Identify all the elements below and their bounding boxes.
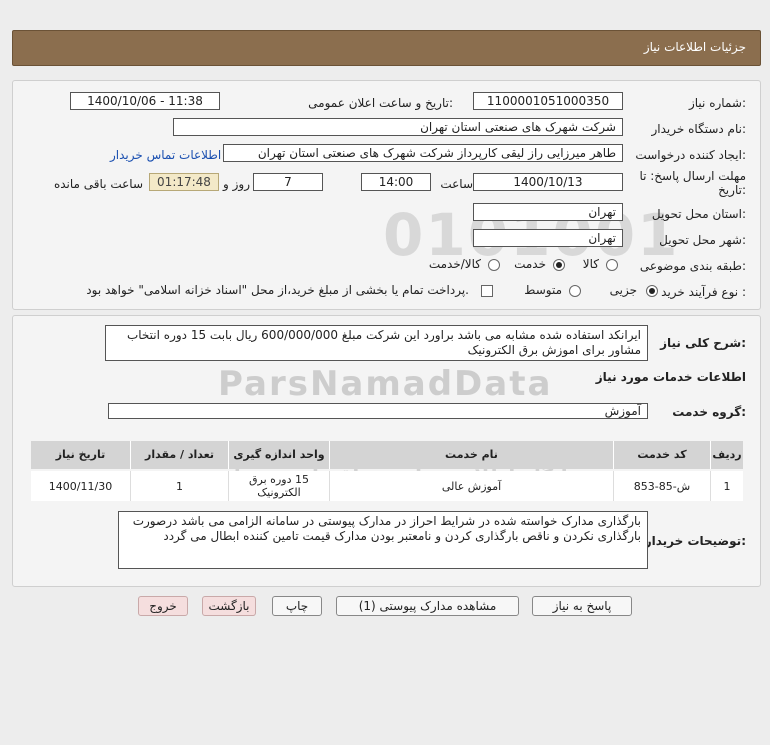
buyer-org-label: نام دستگاه خریدار: (651, 122, 747, 136)
category-option-goods: کالا (582, 257, 599, 271)
deadline-time-field: 14:00 (361, 173, 431, 191)
treasury-payment-text: پرداخت تمام یا بخشی از مبلغ خرید،از محل … (86, 283, 469, 297)
category-radio-goods[interactable] (606, 259, 618, 271)
category-option-service: خدمت (514, 257, 546, 271)
treasury-payment-checkbox[interactable] (481, 285, 493, 297)
announce-label: تاریخ و ساعت اعلان عمومی: (308, 96, 453, 110)
days-label: روز و (223, 177, 250, 191)
table-header-unit: واحد اندازه گیری (229, 441, 330, 469)
table-cell-service-code: ش-85-853 (614, 471, 711, 501)
category-radio-goods-service[interactable] (488, 259, 500, 271)
services-title: اطلاعات خدمات مورد نیاز (595, 370, 746, 384)
purchase-option-medium: متوسط (524, 283, 562, 297)
print-button[interactable]: چاپ (272, 596, 322, 616)
city-label: شهر محل تحویل: (659, 233, 746, 247)
creator-label: ایجاد کننده درخواست: (635, 148, 746, 162)
watermark-brand: ParsNamadData (218, 364, 553, 404)
buyer-contact-link[interactable]: اطلاعات تماس خریدار (110, 148, 221, 162)
table-cell-row-number: 1 (711, 471, 743, 501)
category-option-goods-service: کالا/خدمت (428, 257, 481, 271)
need-number-label: شماره نیاز: (688, 96, 746, 110)
buyer-notes-text: بارگذاری مدارک خواسته شده در شرایط احراز… (118, 511, 648, 569)
service-group-label: گروه خدمت: (672, 405, 746, 419)
info-panel: 0101001 شماره نیاز: 1100001051000350 تار… (12, 80, 761, 310)
purchase-option-minor: جزیی (609, 283, 637, 297)
deadline-label-2: تاریخ: (718, 183, 746, 197)
table-header-row-number: ردیف (711, 441, 743, 469)
category-label: طبقه بندی موضوعی: (639, 259, 746, 273)
purchase-radio-minor[interactable] (646, 285, 658, 297)
table-cell-unit: 15 دوره برق الکترونیک (229, 471, 330, 501)
days-field: 7 (253, 173, 323, 191)
table-header-need-date: تاریخ نیاز (31, 441, 131, 469)
buyer-org-field: شرکت شهرک های صنعتی استان تهران (173, 118, 623, 136)
remaining-time-field: 01:17:48 (149, 173, 219, 191)
deadline-label-1: مهلت ارسال پاسخ: تا (639, 169, 746, 183)
buyer-notes-label: توضیحات خریدار: (644, 534, 746, 548)
table-cell-quantity: 1 (131, 471, 229, 501)
remaining-time-label: ساعت باقی مانده (53, 177, 143, 191)
page-title: جزئیات اطلاعات نیاز (643, 40, 746, 54)
announce-field: 1400/10/06 - 11:38 (70, 92, 220, 110)
deadline-time-label: ساعت (440, 177, 473, 191)
details-panel: ParsNamadData پایگاه اطلاع رسانی مناقصات… (12, 315, 761, 587)
service-group-field: آموزش (108, 403, 648, 419)
exit-button[interactable]: خروج (138, 596, 188, 616)
view-attachments-button[interactable]: مشاهده مدارک پیوستی (1) (336, 596, 519, 616)
reply-button[interactable]: پاسخ به نیاز (532, 596, 632, 616)
purchase-type-label: نوع فرآیند خرید : (661, 285, 746, 299)
table-cell-need-date: 1400/11/30 (31, 471, 131, 501)
deadline-date-field: 1400/10/13 (473, 173, 623, 191)
need-number-field: 1100001051000350 (473, 92, 623, 110)
table-header-quantity: تعداد / مقدار (131, 441, 229, 469)
category-radio-service[interactable] (553, 259, 565, 271)
table-header-service-code: کد خدمت (614, 441, 711, 469)
purchase-radio-medium[interactable] (569, 285, 581, 297)
back-button[interactable]: بازگشت (202, 596, 256, 616)
province-field: تهران (473, 203, 623, 221)
summary-text: ایرانکد استفاده شده مشابه می باشد براورد… (105, 325, 648, 361)
services-table: ردیف کد خدمت نام خدمت واحد اندازه گیری ت… (31, 441, 743, 501)
table-cell-service-name: آموزش عالی (330, 471, 614, 501)
city-field: تهران (473, 229, 623, 247)
creator-field: طاهر میرزایی راز لیقی کارپرداز شرکت شهرک… (223, 144, 623, 162)
table-header-service-name: نام خدمت (330, 441, 614, 469)
province-label: استان محل تحویل: (651, 207, 746, 221)
page-header: جزئیات اطلاعات نیاز (12, 30, 761, 66)
summary-label: شرح کلی نیاز: (660, 336, 746, 350)
